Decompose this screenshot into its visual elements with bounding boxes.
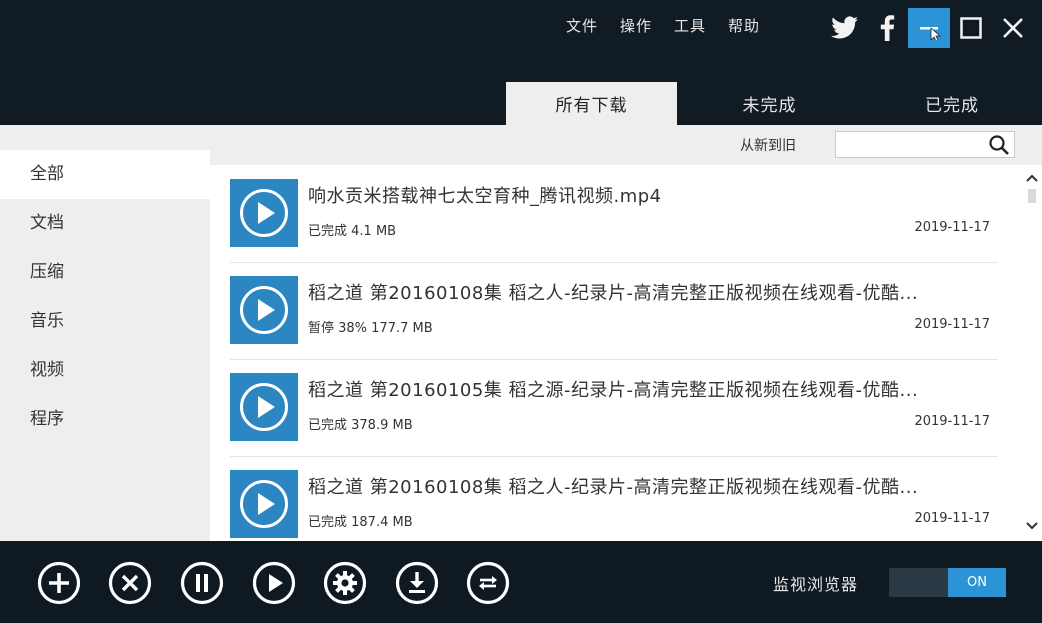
sidebar-item-all[interactable]: 全部 (0, 150, 210, 199)
file-date: 2019-11-17 (914, 317, 990, 332)
tab-all-downloads[interactable]: 所有下载 (506, 82, 677, 125)
menu-help[interactable]: 帮助 (728, 15, 760, 36)
filter-bar: 从新到旧 (210, 125, 1042, 165)
minimize-button[interactable] (908, 8, 950, 48)
close-icon (1003, 18, 1023, 38)
convert-button[interactable] (466, 561, 510, 605)
tab-completed[interactable]: 已完成 (862, 82, 1042, 125)
chevron-down-icon (1026, 522, 1038, 530)
list-item[interactable]: 稻之道 第20160108集 稻之人-纪录片-高清完整正版视频在线观看-优酷..… (230, 456, 998, 541)
file-date: 2019-11-17 (914, 511, 990, 526)
menu-operation[interactable]: 操作 (620, 15, 652, 36)
search-icon[interactable] (988, 134, 1010, 160)
play-icon (252, 561, 296, 605)
sidebar-item-documents[interactable]: 文档 (0, 199, 210, 248)
maximize-button[interactable] (950, 8, 992, 48)
start-button[interactable] (252, 561, 296, 605)
twitter-icon (831, 16, 858, 39)
list-item[interactable]: 响水贡米搭载神七太空育种_腾讯视频.mp4 已完成 4.1 MB 2019-11… (230, 165, 998, 263)
file-title: 稻之道 第20160108集 稻之人-纪录片-高清完整正版视频在线观看-优酷..… (308, 477, 919, 498)
sidebar-item-video[interactable]: 视频 (0, 346, 210, 395)
file-status: 暂停 38% 177.7 MB (308, 321, 433, 336)
file-status: 已完成 4.1 MB (308, 224, 397, 239)
scroll-up-button[interactable] (1022, 169, 1042, 187)
minimize-icon (920, 27, 941, 40)
play-circle-icon (240, 383, 288, 431)
play-button[interactable] (230, 179, 298, 247)
file-title: 响水贡米搭载神七太空育种_腾讯视频.mp4 (308, 186, 662, 207)
pause-button[interactable] (180, 561, 224, 605)
file-title: 稻之道 第20160108集 稻之人-纪录片-高清完整正版视频在线观看-优酷..… (308, 283, 919, 304)
file-status: 已完成 187.4 MB (308, 515, 413, 530)
scroll-thumb[interactable] (1028, 189, 1036, 203)
list-scrollbar[interactable] (1022, 165, 1042, 541)
play-button[interactable] (230, 373, 298, 441)
category-sidebar: 全部 文档 压缩 音乐 视频 程序 (0, 125, 210, 541)
sidebar-item-archives[interactable]: 压缩 (0, 248, 210, 297)
tab-incomplete[interactable]: 未完成 (677, 82, 862, 125)
file-status: 已完成 378.9 MB (308, 418, 413, 433)
twitter-button[interactable] (824, 8, 866, 48)
pause-icon (180, 561, 224, 605)
download-list: 响水贡米搭载神七太空育种_腾讯视频.mp4 已完成 4.1 MB 2019-11… (210, 165, 1022, 541)
file-date: 2019-11-17 (914, 414, 990, 429)
delete-button[interactable] (108, 561, 152, 605)
file-date: 2019-11-17 (914, 220, 990, 235)
close-button[interactable] (992, 8, 1034, 48)
list-item[interactable]: 稻之道 第20160108集 稻之人-纪录片-高清完整正版视频在线观看-优酷..… (230, 262, 998, 360)
toggle-on-label: ON (948, 568, 1006, 597)
maximize-icon (960, 17, 982, 39)
convert-icon (466, 561, 510, 605)
play-circle-icon (240, 286, 288, 334)
download-button[interactable] (395, 561, 439, 605)
download-icon (395, 561, 439, 605)
sort-order-selector[interactable]: 从新到旧 (740, 135, 796, 155)
file-title: 稻之道 第20160105集 稻之源-纪录片-高清完整正版视频在线观看-优酷..… (308, 380, 919, 401)
add-icon (37, 561, 81, 605)
delete-icon (108, 561, 152, 605)
settings-button[interactable] (323, 561, 367, 605)
bottom-toolbar: 监视浏览器 ON (0, 541, 1042, 623)
menu-bar: 文件 操作 工具 帮助 (566, 15, 760, 36)
sidebar-item-music[interactable]: 音乐 (0, 297, 210, 346)
sidebar-item-programs[interactable]: 程序 (0, 395, 210, 444)
add-download-button[interactable] (37, 561, 81, 605)
settings-icon (323, 561, 367, 605)
facebook-button[interactable] (866, 8, 908, 48)
menu-tools[interactable]: 工具 (674, 15, 706, 36)
monitor-browser-toggle[interactable]: ON (889, 568, 1006, 597)
list-item[interactable]: 稻之道 第20160105集 稻之源-纪录片-高清完整正版视频在线观看-优酷..… (230, 359, 998, 457)
menu-file[interactable]: 文件 (566, 15, 598, 36)
title-bar: 文件 操作 工具 帮助 所有下载 未完成 已完成 (0, 0, 1042, 125)
scroll-down-button[interactable] (1022, 517, 1042, 535)
search-input[interactable] (836, 132, 981, 157)
monitor-browser-label: 监视浏览器 (773, 575, 859, 594)
chevron-up-icon (1026, 174, 1038, 182)
play-button[interactable] (230, 470, 298, 538)
facebook-icon (880, 15, 895, 41)
play-button[interactable] (230, 276, 298, 344)
play-circle-icon (240, 189, 288, 237)
search-box (835, 131, 1015, 158)
play-circle-icon (240, 480, 288, 528)
